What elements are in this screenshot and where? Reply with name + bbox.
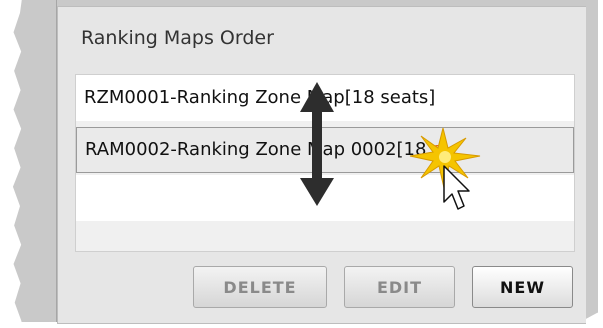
drag-arrow-icon [300,82,334,206]
tutorial-overlay [300,82,481,210]
mouse-cursor-icon [443,165,470,210]
